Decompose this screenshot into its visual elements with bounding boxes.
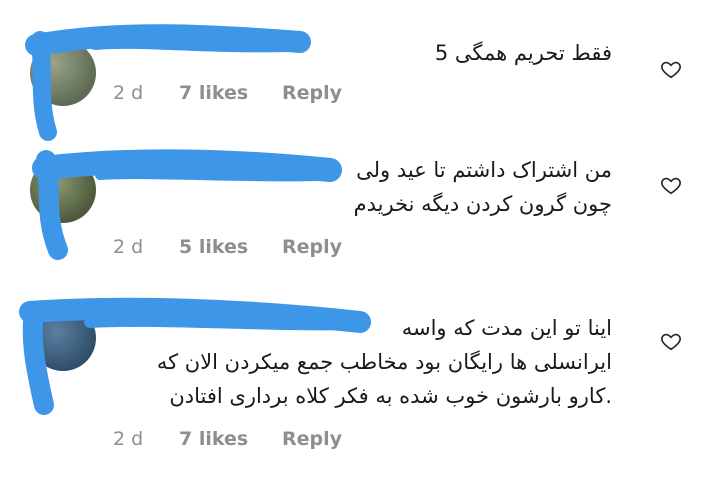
comment-line: فقط تحریم همگی 5 xyxy=(434,41,612,65)
likes-count[interactable]: 5 likes xyxy=(179,236,282,258)
comment-line: اینا تو این مدت که واسه xyxy=(401,316,612,340)
comment-text: اینا تو این مدت که واسه ایرانسلی ها رایگ… xyxy=(157,311,612,413)
comment-time: 2 d xyxy=(113,236,144,258)
comment-line: من اشتراک داشتم تا عید ولی xyxy=(356,158,612,182)
reply-button[interactable]: Reply xyxy=(282,236,342,258)
comment-meta: 2 d 7 likes Reply xyxy=(113,82,342,104)
heart-outline-icon[interactable] xyxy=(660,174,682,196)
likes-count[interactable]: 7 likes xyxy=(179,428,282,450)
redaction-scribble xyxy=(19,24,371,415)
reply-button[interactable]: Reply xyxy=(282,82,342,104)
avatar[interactable] xyxy=(30,305,96,371)
avatar[interactable] xyxy=(30,157,96,223)
comment-line: چون گرون کردن دیگه نخریدم xyxy=(353,192,612,216)
comment-meta: 2 d 5 likes Reply xyxy=(113,236,342,258)
comment-meta: 2 d 7 likes Reply xyxy=(113,428,342,450)
reply-button[interactable]: Reply xyxy=(282,428,342,450)
comment-time: 2 d xyxy=(113,428,144,450)
comment-line: .کارو بارشون خوب شده به فکر کلاه برداری … xyxy=(169,384,612,408)
comment-text: من اشتراک داشتم تا عید ولی چون گرون کردن… xyxy=(354,153,612,221)
heart-outline-icon[interactable] xyxy=(660,58,682,80)
comment-text: فقط تحریم همگی 5 xyxy=(435,36,612,70)
likes-count[interactable]: 7 likes xyxy=(179,82,282,104)
comment-time: 2 d xyxy=(113,82,144,104)
comment-line: ایرانسلی ها رایگان بود مخاطب جمع میکردن … xyxy=(156,350,612,374)
avatar[interactable] xyxy=(30,40,96,106)
heart-outline-icon[interactable] xyxy=(660,330,682,352)
